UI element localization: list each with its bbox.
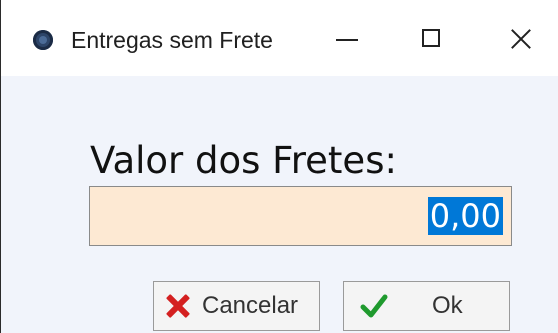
app-logo-icon	[33, 30, 53, 50]
minimize-icon	[336, 39, 358, 41]
dialog-window: Entregas sem Frete Valor dos Fretes: 0,0…	[0, 0, 558, 333]
title-bar[interactable]: Entregas sem Frete	[1, 0, 558, 76]
cancel-button-label: Cancelar	[202, 292, 299, 319]
close-icon	[510, 28, 532, 50]
close-button[interactable]	[473, 0, 558, 76]
freight-value-label: Valor dos Fretes:	[90, 139, 397, 182]
freight-value-input[interactable]: 0,00	[89, 186, 512, 246]
checkmark-icon	[360, 294, 388, 318]
cancel-button[interactable]: Cancelar	[153, 281, 320, 331]
maximize-button[interactable]	[387, 0, 473, 76]
window-title: Entregas sem Frete	[71, 27, 273, 53]
minimize-button[interactable]	[301, 0, 387, 76]
maximize-icon	[422, 29, 440, 47]
ok-button[interactable]: Ok	[343, 281, 510, 331]
freight-value-selected-text: 0,00	[427, 197, 503, 235]
ok-button-label: Ok	[432, 292, 463, 319]
x-icon	[166, 294, 190, 318]
